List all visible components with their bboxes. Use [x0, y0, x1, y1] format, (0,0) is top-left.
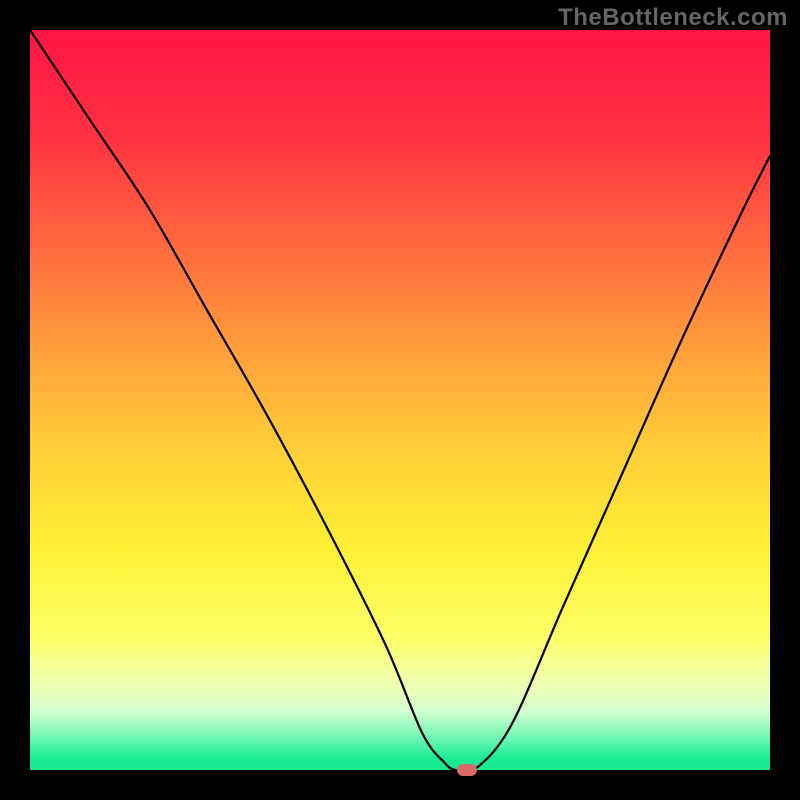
plot-area — [30, 30, 770, 770]
bottleneck-curve — [30, 30, 770, 770]
curve-line — [30, 30, 770, 774]
watermark-text: TheBottleneck.com — [558, 4, 788, 32]
chart-container: TheBottleneck.com — [0, 0, 800, 800]
optimal-point-marker — [457, 764, 477, 776]
